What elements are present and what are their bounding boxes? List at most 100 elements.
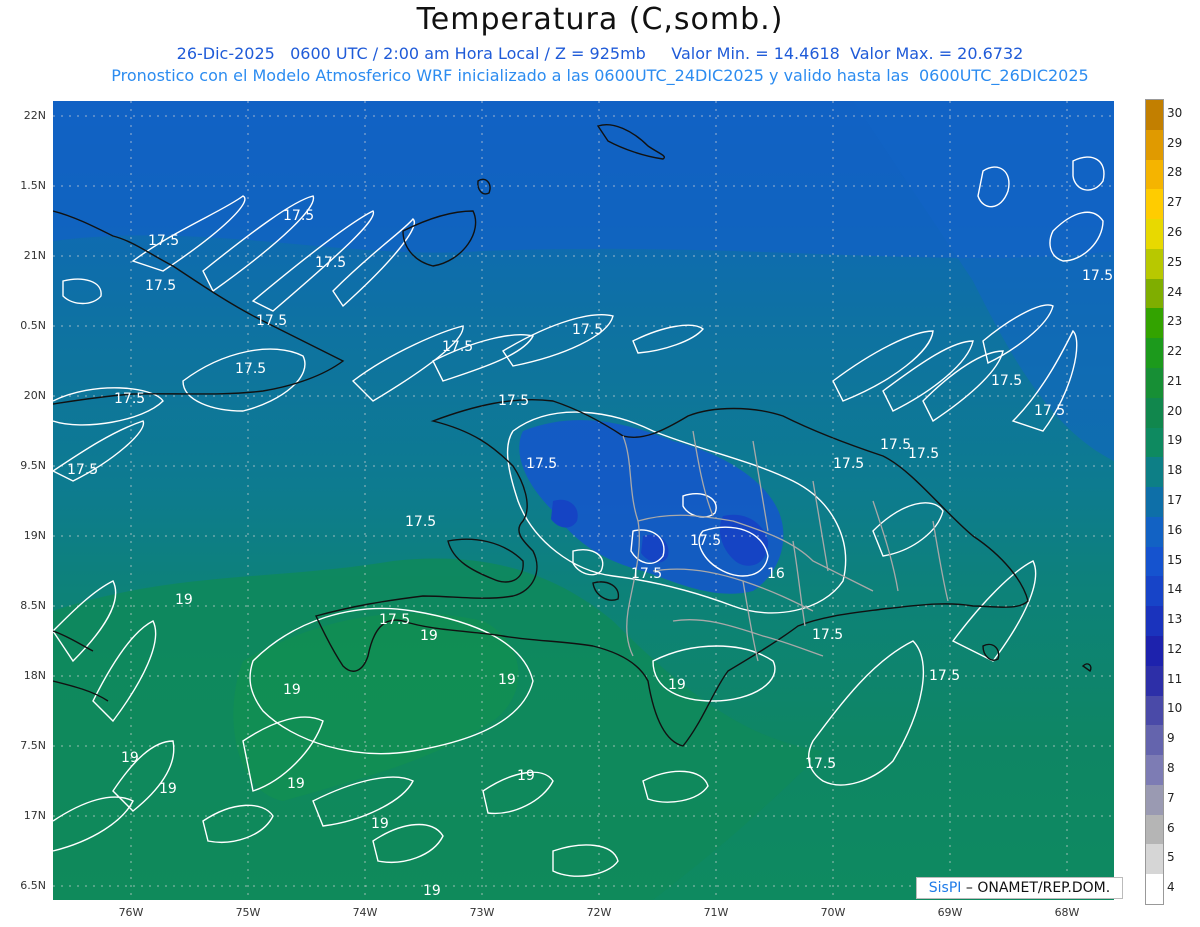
contour-label: 17.5 (880, 437, 912, 453)
contour-label: 19 (420, 628, 438, 644)
contour-label: 17.5 (690, 533, 722, 549)
contour-label: 17.5 (929, 668, 961, 684)
contour-label: 17.5 (379, 612, 411, 628)
legend-swatch (1146, 100, 1163, 131)
legend-label: 16 (1167, 522, 1183, 537)
x-tick-label: 70W (820, 906, 846, 919)
contour-label: 19 (423, 883, 441, 899)
contour-label: 17.5 (1034, 403, 1066, 419)
contour-label: 17.5 (833, 456, 865, 472)
y-tick-label: 20N (23, 389, 46, 402)
legend-swatch (1146, 844, 1163, 875)
legend-label: 30 (1167, 105, 1183, 120)
legend-label: 25 (1167, 254, 1183, 269)
legend-label: 19 (1167, 433, 1183, 448)
contour-label: 17.5 (991, 373, 1023, 389)
legend-swatch (1146, 368, 1163, 399)
legend-label: 4 (1167, 880, 1175, 895)
legend-swatch (1146, 516, 1163, 548)
contour-label: 16 (767, 566, 785, 582)
legend-label: 15 (1167, 552, 1183, 567)
legend-swatch (1146, 219, 1163, 250)
contour-label: 17.5 (572, 322, 604, 338)
x-tick-label: 71W (703, 906, 729, 919)
legend-label: 28 (1167, 165, 1183, 180)
contour-label: 17.5 (235, 361, 267, 377)
legend-label: 11 (1167, 671, 1183, 686)
contour-label: 17.5 (67, 462, 99, 478)
map-title: Temperatura (C,somb.) (416, 2, 784, 37)
legend-label: 8 (1167, 761, 1175, 775)
contour-label: 19 (668, 677, 686, 693)
legend-label: 23 (1167, 314, 1183, 329)
map-canvas (53, 101, 1114, 900)
x-tick-label: 73W (469, 906, 495, 919)
legend-swatch (1146, 457, 1163, 488)
legend-label: 24 (1167, 284, 1183, 299)
x-tick-label: 72W (586, 906, 612, 919)
y-tick-label: 0.5N (20, 319, 46, 332)
legend-label: 10 (1167, 701, 1183, 716)
x-tick-label: 68W (1054, 906, 1080, 919)
y-tick-label: 6.5N (20, 879, 46, 892)
watermark-org: – ONAMET/REP.DOM. (961, 880, 1111, 896)
legend-swatch (1146, 189, 1163, 220)
legend-label: 27 (1167, 195, 1183, 210)
contour-label: 17.5 (812, 627, 844, 643)
legend-label: 14 (1167, 582, 1183, 597)
x-tick-label: 75W (235, 906, 261, 919)
contour-label: 17.5 (526, 456, 558, 472)
x-tick-label: 74W (352, 906, 378, 919)
y-tick-label: 1.5N (20, 179, 46, 192)
contour-label: 17.5 (148, 233, 180, 249)
contour-label: 17.5 (114, 391, 146, 407)
y-tick-label: 17N (23, 809, 46, 822)
y-tick-label: 8.5N (20, 599, 46, 612)
legend-swatch (1146, 695, 1163, 726)
color-legend (1145, 99, 1164, 905)
contour-label: 17.5 (908, 446, 940, 462)
legend-swatch (1146, 636, 1163, 667)
contour-label: 19 (498, 672, 516, 688)
legend-swatch (1146, 278, 1163, 309)
contour-label: 19 (175, 592, 193, 608)
legend-swatch (1146, 338, 1163, 369)
contour-label: 17.5 (145, 278, 177, 294)
legend-swatch (1146, 159, 1163, 190)
contour-label: 19 (283, 682, 301, 698)
legend-label: 9 (1167, 731, 1175, 746)
contour-label: 17.5 (1082, 268, 1114, 284)
legend-swatch (1146, 755, 1163, 786)
legend-swatch (1146, 546, 1163, 577)
contour-label: 17.5 (405, 514, 437, 530)
legend-label: 29 (1167, 135, 1183, 150)
contour-label: 19 (517, 768, 535, 784)
watermark-badge: SisPI – ONAMET/REP.DOM. (916, 877, 1123, 899)
legend-swatch (1146, 606, 1163, 637)
legend-swatch (1146, 248, 1163, 280)
legend-swatch (1146, 129, 1163, 161)
contour-label: 17.5 (805, 756, 837, 772)
contour-label: 17.5 (631, 566, 663, 582)
contour-label: 19 (287, 776, 305, 792)
legend-label: 21 (1167, 373, 1183, 388)
contour-label: 19 (371, 816, 389, 832)
legend-swatch (1146, 308, 1163, 339)
legend-label: 18 (1167, 463, 1183, 478)
legend-swatch (1146, 427, 1163, 458)
y-tick-label: 9.5N (20, 459, 46, 472)
legend-swatch (1146, 814, 1163, 845)
contour-label: 17.5 (283, 208, 315, 224)
legend-swatch (1146, 874, 1163, 905)
y-tick-label: 7.5N (20, 739, 46, 752)
legend-swatch (1146, 576, 1163, 607)
contour-label: 17.5 (442, 339, 474, 355)
y-tick-label: 18N (23, 669, 46, 682)
legend-label: 5 (1167, 850, 1175, 865)
legend-label: 22 (1167, 344, 1183, 359)
legend-swatch (1146, 725, 1163, 756)
legend-swatch (1146, 487, 1163, 518)
legend-label: 17 (1167, 493, 1183, 507)
contour-label: 17.5 (315, 255, 347, 271)
legend-swatch (1146, 665, 1163, 697)
